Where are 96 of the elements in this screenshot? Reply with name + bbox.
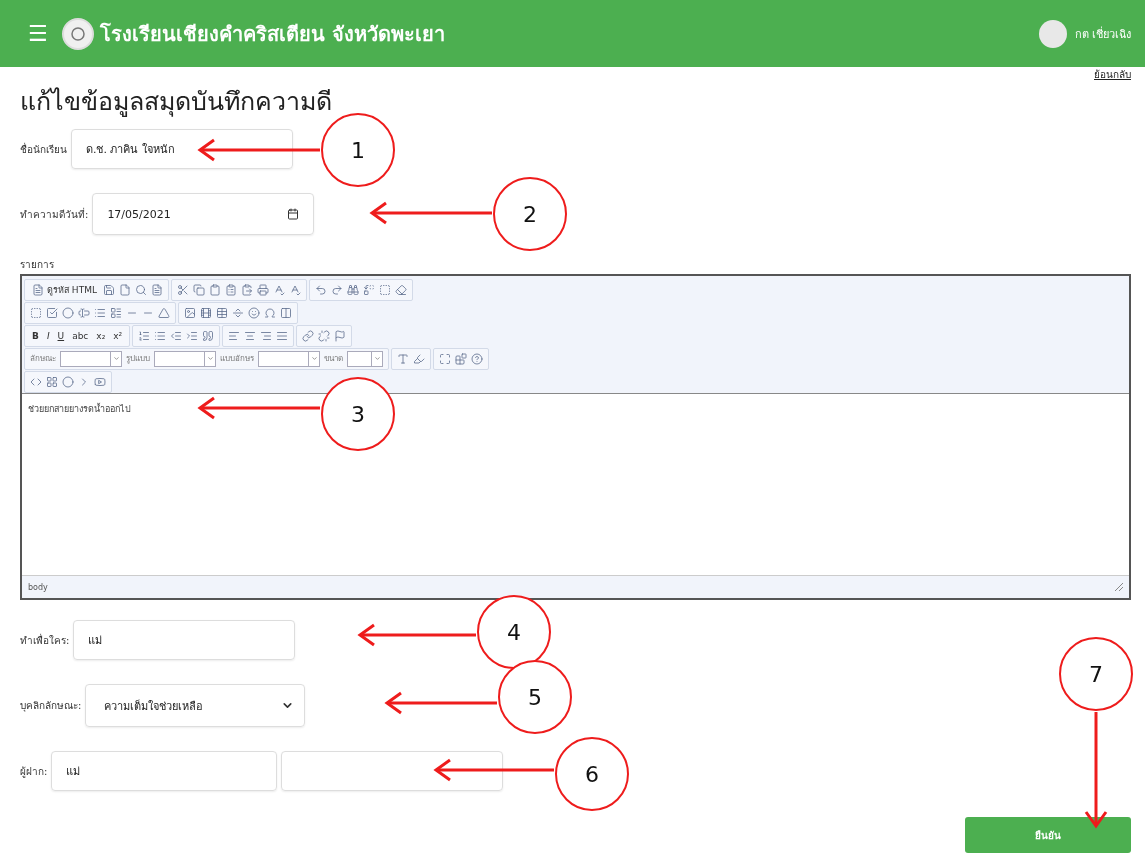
recipient-input[interactable]: แม่ <box>73 620 296 660</box>
resize-handle-icon[interactable] <box>1115 583 1123 591</box>
dropdown-field[interactable] <box>347 350 383 367</box>
toolbar-icon[interactable] <box>78 306 90 319</box>
toolbar-icon[interactable] <box>46 306 58 319</box>
callout-number: 1 <box>321 113 395 187</box>
combo-label: ขนาด <box>324 353 343 365</box>
toolbar-icon[interactable] <box>264 306 276 319</box>
combo-label: รูปแบบ <box>126 353 150 365</box>
callout-number: 7 <box>1059 637 1133 711</box>
toolbar-icon[interactable] <box>154 329 167 342</box>
school-logo <box>61 17 94 50</box>
callout-number: 4 <box>477 595 551 669</box>
toolbar-icon[interactable] <box>46 375 58 388</box>
school-name: โรงเรียนเชียงคำคริสเตียน จังหวัดพะเยา <box>99 20 445 48</box>
toolbar-icon[interactable] <box>362 283 375 296</box>
toolbar-icon[interactable] <box>208 283 221 296</box>
toolbar-icon[interactable] <box>110 306 122 319</box>
toolbar-icon[interactable] <box>232 306 244 319</box>
element-path: body <box>28 582 48 592</box>
combo-label: ลักษณะ <box>30 353 56 365</box>
toolbar-icon[interactable] <box>62 375 74 388</box>
toolbar-icon[interactable] <box>302 329 315 342</box>
toolbar-icon[interactable] <box>244 329 257 342</box>
toolbar-icon[interactable] <box>471 352 483 365</box>
chevron-icon <box>373 355 381 362</box>
toolbar-icon[interactable] <box>256 283 269 296</box>
field-label: ทำเพื่อใคร: <box>20 632 70 648</box>
empty-input[interactable] <box>281 751 504 791</box>
user-avatar[interactable] <box>1038 19 1067 48</box>
toolbar-icon[interactable] <box>346 283 359 296</box>
format-button[interactable]: I <box>44 326 52 345</box>
dropdown-field[interactable] <box>258 350 320 367</box>
depositor-input[interactable]: แม่ <box>51 751 278 791</box>
toolbar-icon[interactable] <box>439 352 451 365</box>
toolbar-icon[interactable] <box>150 283 163 296</box>
name-input[interactable]: ด.ช. ภาคิน ใจหนัก <box>71 129 293 169</box>
toolbar-icon[interactable] <box>192 283 205 296</box>
toolbar-icon[interactable] <box>228 329 241 342</box>
toolbar-icon[interactable] <box>397 352 409 365</box>
toolbar-icon[interactable] <box>184 306 196 319</box>
toolbar-icon[interactable] <box>378 283 391 296</box>
toolbar-icon[interactable] <box>202 329 215 342</box>
toolbar-icon[interactable] <box>138 329 151 342</box>
callout-number: 2 <box>493 177 567 251</box>
dropdown-field[interactable] <box>60 350 122 367</box>
toolbar-icon[interactable] <box>455 352 467 365</box>
toolbar-icon[interactable] <box>102 283 115 296</box>
back-link[interactable]: ย้อนกลับ <box>1094 67 1131 81</box>
toolbar-icon[interactable] <box>158 306 170 319</box>
toolbar-icon[interactable] <box>394 283 407 296</box>
toolbar-icon[interactable] <box>134 283 147 296</box>
chevron-icon <box>206 355 214 362</box>
field-label: ผู้ฝาก: <box>20 764 48 779</box>
toolbar-icon[interactable] <box>30 306 42 319</box>
callout-number: 6 <box>555 737 629 811</box>
toolbar-icon[interactable] <box>280 306 292 319</box>
combo-label: แบบอักษร <box>220 353 254 365</box>
format-button[interactable]: U <box>55 326 67 345</box>
toolbar-icon[interactable] <box>224 283 237 296</box>
chevron-icon <box>310 355 318 362</box>
format-button[interactable]: abc <box>70 326 91 345</box>
toolbar-icon[interactable] <box>276 329 289 342</box>
field-label: ทำความดีวันที่: <box>20 206 89 222</box>
toolbar-icon[interactable] <box>186 329 199 342</box>
trait-select[interactable]: ความเต็มใจช่วยเหลือ <box>85 684 306 727</box>
toolbar-icon[interactable] <box>318 329 331 342</box>
toolbar-icon[interactable] <box>248 306 260 319</box>
user-name: กต เชี่ยวเฉิง <box>1074 25 1131 43</box>
toolbar-icon[interactable] <box>62 306 74 319</box>
format-button[interactable]: x₂ <box>94 326 108 345</box>
toolbar-icon[interactable] <box>94 306 106 319</box>
field-label: ชื่อนักเรียน <box>20 141 67 157</box>
toolbar-icon[interactable] <box>200 306 212 319</box>
toolbar-icon[interactable] <box>314 283 327 296</box>
toolbar-icon[interactable] <box>413 352 425 365</box>
toolbar-icon[interactable] <box>170 329 183 342</box>
dropdown-field[interactable] <box>154 350 216 367</box>
callout-number: 5 <box>498 660 572 734</box>
page-title: แก้ไขข้อมูลสมุดบันทึกความดี <box>20 86 333 115</box>
toolbar-icon[interactable] <box>176 283 189 296</box>
toolbar-icon[interactable] <box>240 283 253 296</box>
document-icon <box>32 283 44 296</box>
toolbar-icon[interactable] <box>94 375 106 388</box>
format-button[interactable]: x² <box>111 326 125 345</box>
toolbar-icon[interactable] <box>330 283 343 296</box>
field-label: รายการ <box>20 258 55 272</box>
calendar-icon[interactable] <box>287 208 300 220</box>
field-label: บุคลิกลักษณะ: <box>20 699 82 713</box>
toolbar-icon[interactable] <box>216 306 228 319</box>
toolbar-icon[interactable] <box>260 329 273 342</box>
toolbar-icon[interactable] <box>334 329 347 342</box>
chevron-icon <box>112 355 120 362</box>
toolbar-icon[interactable] <box>118 283 131 296</box>
date-input[interactable]: 17/05/2021 <box>92 193 315 235</box>
format-button[interactable]: B <box>30 326 41 345</box>
